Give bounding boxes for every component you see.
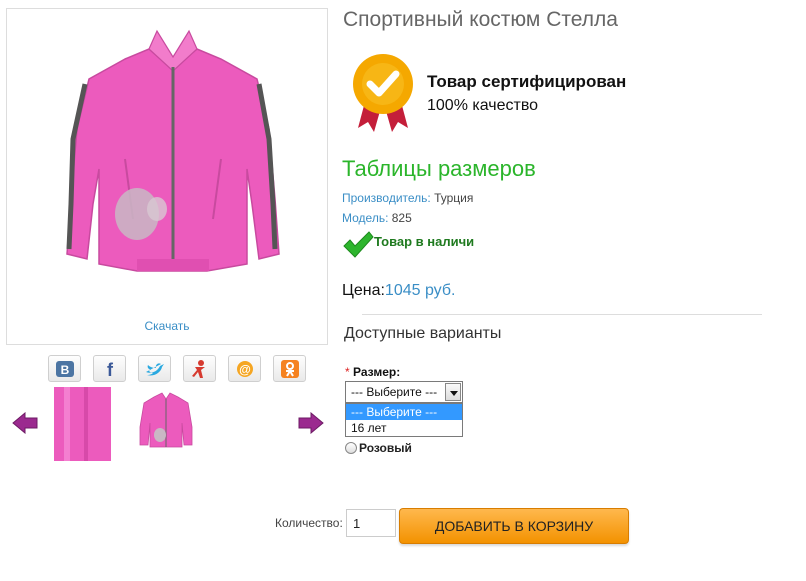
facebook-icon[interactable]: f xyxy=(93,355,126,382)
add-to-cart-button[interactable]: ДОБАВИТЬ В КОРЗИНУ xyxy=(399,508,629,544)
color-option-label: Розовый xyxy=(359,441,412,455)
next-arrow-icon[interactable] xyxy=(298,411,324,439)
certified-subtitle: 100% качество xyxy=(427,97,539,114)
download-link[interactable]: Скачать xyxy=(7,319,327,333)
size-select[interactable]: --- Выберите --- xyxy=(345,381,463,403)
social-share-bar: B f @ xyxy=(48,355,306,382)
price-label: Цена: xyxy=(342,282,385,299)
model-label: Модель: xyxy=(342,211,389,225)
size-field-label: * Размер: xyxy=(345,365,400,379)
prev-arrow-icon[interactable] xyxy=(12,411,38,439)
odnoklassniki-man-icon[interactable] xyxy=(183,355,216,382)
manufacturer-row: Производитель: Турция xyxy=(342,191,473,205)
model-row: Модель: 825 xyxy=(342,211,412,225)
size-select-value: --- Выберите --- xyxy=(351,385,438,399)
thumbnail-1[interactable] xyxy=(54,387,111,461)
color-option-row[interactable]: Розовый xyxy=(345,441,412,455)
quantity-label: Количество: xyxy=(275,516,343,530)
product-image-frame[interactable]: Скачать xyxy=(6,8,328,345)
certified-title: Товар сертифицирован xyxy=(427,72,627,91)
ok-icon[interactable] xyxy=(273,355,306,382)
thumbnail-2[interactable] xyxy=(136,387,196,451)
divider xyxy=(362,314,762,315)
size-option[interactable]: 16 лет xyxy=(346,420,462,436)
required-mark: * xyxy=(345,365,350,379)
twitter-icon[interactable] xyxy=(138,355,171,382)
color-radio[interactable] xyxy=(345,442,357,454)
vk-icon[interactable]: B xyxy=(48,355,81,382)
manufacturer-label: Производитель: xyxy=(342,191,431,205)
size-option[interactable]: --- Выберите --- xyxy=(346,404,462,420)
svg-text:f: f xyxy=(107,360,114,378)
svg-text:@: @ xyxy=(239,362,251,376)
mail-ru-icon[interactable]: @ xyxy=(228,355,261,382)
checkmark-icon xyxy=(343,231,374,258)
size-table-link[interactable]: Таблицы размеров xyxy=(342,156,536,182)
certified-badge-icon xyxy=(353,54,413,132)
quantity-input[interactable] xyxy=(346,509,396,537)
page-title: Спортивный костюм Стелла xyxy=(343,8,618,31)
variants-heading: Доступные варианты xyxy=(344,325,502,342)
size-label-text: Размер: xyxy=(353,365,401,379)
manufacturer-value: Турция xyxy=(434,191,474,205)
price-value: 1045 руб. xyxy=(384,282,456,299)
chevron-down-icon[interactable] xyxy=(445,383,461,401)
svg-text:B: B xyxy=(60,363,69,377)
stock-status: Товар в наличи xyxy=(374,234,475,249)
model-value: 825 xyxy=(391,211,412,225)
size-dropdown-list: --- Выберите --- 16 лет xyxy=(345,403,463,437)
price-row: Цена:1045 руб. xyxy=(342,282,455,300)
product-main-image[interactable] xyxy=(7,9,329,309)
